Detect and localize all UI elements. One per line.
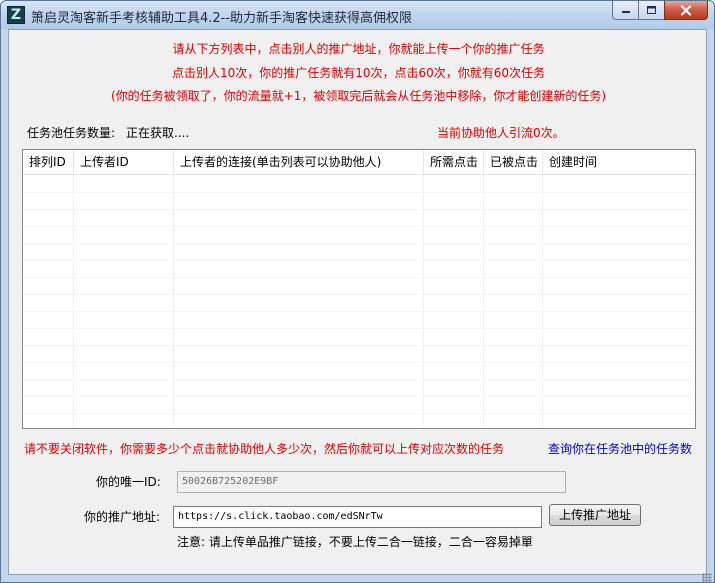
unique-id-label: 你的唯一ID:	[96, 475, 161, 489]
resize-grip-icon[interactable]	[702, 573, 712, 582]
window-title: 箫启灵淘客新手考核辅助工具4.2--助力新手淘客快速获得高佣权限	[31, 11, 413, 26]
close-icon	[680, 4, 692, 16]
column-separator	[542, 174, 543, 428]
upload-note: 注意: 请上传单品推广链接，不要上传二合一链接，二合一容易掉單	[177, 535, 533, 549]
row-separator	[23, 328, 695, 329]
row-separator	[23, 379, 695, 380]
column-header-uploader-link[interactable]: 上传者的连接(单击列表可以协助他人)	[174, 150, 424, 174]
task-count-value: 正在获取....	[126, 126, 190, 140]
promo-url-label: 你的推广地址:	[84, 510, 161, 524]
row-separator	[23, 396, 695, 397]
maximize-button[interactable]	[638, 1, 664, 20]
column-header-created-time[interactable]: 创建时间	[543, 150, 695, 174]
column-header-uploader-id[interactable]: 上传者ID	[74, 150, 174, 174]
close-button[interactable]	[664, 1, 708, 20]
row-separator	[23, 294, 695, 295]
column-separator	[483, 174, 484, 428]
row-separator	[23, 260, 695, 261]
notice-line-1: 请从下方列表中，点击别人的推广地址，你就能上传一个你的推广任务	[172, 42, 545, 56]
row-separator	[23, 311, 695, 312]
app-window: Z 箫启灵淘客新手考核辅助工具4.2--助力新手淘客快速获得高佣权限 请从下方列…	[0, 0, 715, 583]
row-separator	[23, 345, 695, 346]
title-bar[interactable]: Z 箫启灵淘客新手考核辅助工具4.2--助力新手淘客快速获得高佣权限	[1, 1, 714, 29]
row-separator	[23, 192, 695, 193]
task-list-header: 排列ID 上传者ID 上传者的连接(单击列表可以协助他人) 所需点击 已被点击 …	[23, 150, 695, 175]
notice-line-2: 点击别人10次，你的推广任务就有10次，点击60次，你就有60次任务	[171, 66, 546, 80]
row-separator	[23, 209, 695, 210]
row-separator	[23, 362, 695, 363]
task-count-label: 任务池任务数量:	[27, 126, 116, 140]
assist-count-text: 当前协助他人引流0次。	[437, 126, 565, 140]
minimize-button[interactable]	[612, 1, 638, 20]
status-strip	[1, 573, 714, 582]
row-separator	[23, 243, 695, 244]
caption-buttons	[612, 1, 708, 21]
row-separator	[23, 277, 695, 278]
column-header-required-clicks[interactable]: 所需点击	[424, 150, 484, 174]
column-header-clicked[interactable]: 已被点击	[484, 150, 543, 174]
app-icon-letter: Z	[10, 7, 22, 23]
warning-text: 请不要关闭软件，你需要多少个点击就协助他人多少次，然后你就可以上传对应次数的任务	[24, 442, 505, 456]
unique-id-field: 50026B725202E9BF	[177, 471, 566, 493]
row-separator	[23, 413, 695, 414]
column-header-rank-id[interactable]: 排列ID	[23, 150, 74, 174]
query-task-count-link[interactable]: 查询你在任务池中的任务数	[548, 440, 692, 457]
minimize-icon	[621, 11, 630, 13]
column-separator	[423, 174, 424, 428]
maximize-icon	[647, 6, 656, 14]
upload-promo-url-button[interactable]: 上传推广地址	[549, 504, 641, 526]
task-list[interactable]: 排列ID 上传者ID 上传者的连接(单击列表可以协助他人) 所需点击 已被点击 …	[22, 149, 696, 429]
column-separator	[73, 174, 74, 428]
app-icon[interactable]: Z	[7, 6, 25, 24]
row-separator	[23, 226, 695, 227]
client-area: 请从下方列表中，点击别人的推广地址，你就能上传一个你的推广任务 点击别人10次，…	[8, 29, 707, 575]
column-separator	[173, 174, 174, 428]
notice-line-3: (你的任务被领取了，你的流量就+1，被领取完后就会从任务池中移除，你才能创建新的…	[110, 89, 607, 103]
promo-url-input[interactable]: https://s.click.taobao.com/edSNrTw	[173, 506, 542, 528]
